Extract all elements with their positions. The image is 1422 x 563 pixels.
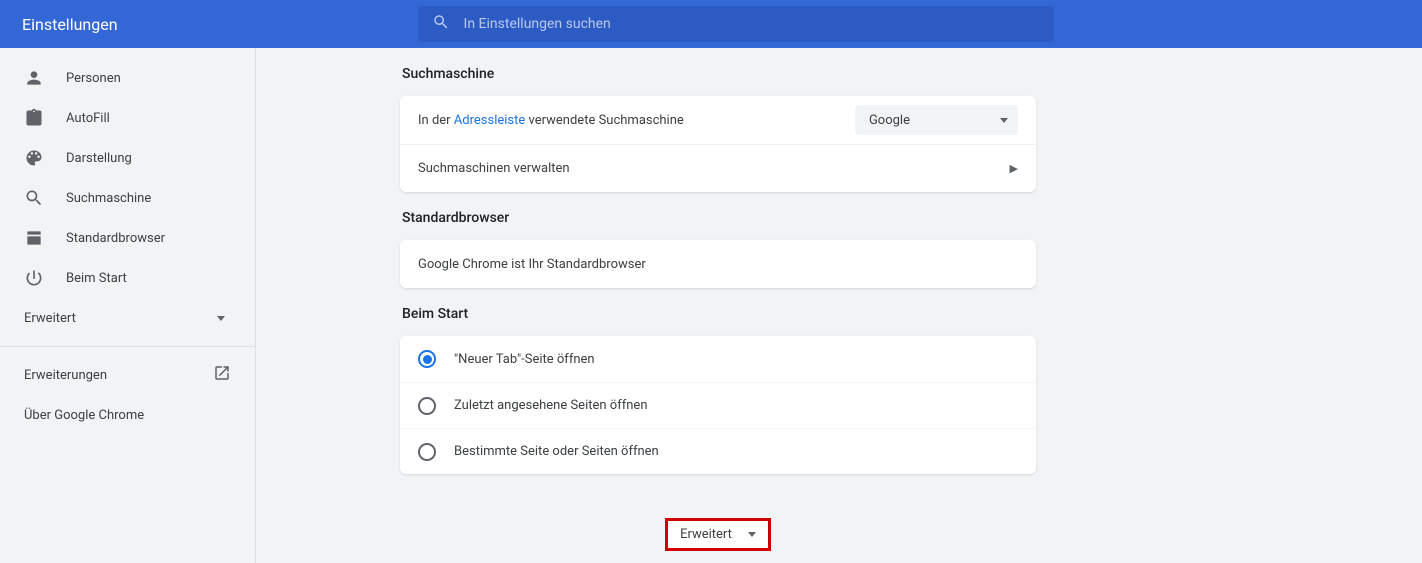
sidebar-item-label: Über Google Chrome (24, 408, 144, 423)
sidebar-item-label: Erweiterungen (24, 368, 107, 383)
search-engine-dropdown[interactable]: Google (855, 105, 1018, 135)
button-label: Erweitert (680, 527, 732, 542)
section-title-search: Suchmaschine (400, 48, 1036, 96)
default-browser-status-row: Google Chrome ist Ihr Standardbrowser (400, 240, 1036, 288)
option-label: Bestimmte Seite oder Seiten öffnen (454, 444, 659, 459)
search-container[interactable] (418, 6, 1054, 42)
sidebar-item-label: Erweitert (24, 311, 76, 326)
startup-option-new-tab[interactable]: "Neuer Tab"-Seite öffnen (400, 336, 1036, 382)
manage-search-engines-row[interactable]: Suchmaschinen verwalten ▶ (400, 144, 1036, 192)
on-startup-card: "Neuer Tab"-Seite öffnen Zuletzt angeseh… (400, 336, 1036, 474)
sidebar-item-default-browser[interactable]: Standardbrowser (0, 218, 255, 258)
chevron-right-icon: ▶ (1010, 162, 1018, 175)
startup-option-specific[interactable]: Bestimmte Seite oder Seiten öffnen (400, 428, 1036, 474)
search-input[interactable] (464, 16, 1040, 32)
sidebar-item-about[interactable]: Über Google Chrome (0, 395, 255, 435)
sidebar-item-autofill[interactable]: AutoFill (0, 98, 255, 138)
sidebar-item-advanced[interactable]: Erweitert (0, 298, 255, 338)
page-title: Einstellungen (22, 15, 118, 34)
advanced-toggle-button[interactable]: Erweitert (665, 518, 771, 551)
dropdown-value: Google (869, 113, 910, 128)
external-link-icon (213, 364, 231, 386)
option-label: "Neuer Tab"-Seite öffnen (454, 352, 595, 367)
search-engine-row: In der Adressleiste verwendete Suchmasch… (400, 96, 1036, 144)
main-content: Suchmaschine In der Adressleiste verwend… (256, 48, 1422, 563)
radio-icon (418, 397, 436, 415)
chevron-down-icon (748, 532, 756, 537)
default-browser-card: Google Chrome ist Ihr Standardbrowser (400, 240, 1036, 288)
sidebar-item-search[interactable]: Suchmaschine (0, 178, 255, 218)
sidebar-item-label: AutoFill (66, 111, 110, 126)
startup-option-continue[interactable]: Zuletzt angesehene Seiten öffnen (400, 382, 1036, 428)
search-engine-label: In der Adressleiste verwendete Suchmasch… (418, 113, 684, 128)
search-icon (432, 13, 450, 35)
row-label: Suchmaschinen verwalten (418, 161, 570, 176)
option-label: Zuletzt angesehene Seiten öffnen (454, 398, 648, 413)
search-engine-card: In der Adressleiste verwendete Suchmasch… (400, 96, 1036, 192)
clipboard-icon (24, 108, 44, 128)
magnifier-icon (24, 188, 44, 208)
addressbar-link[interactable]: Adressleiste (454, 113, 525, 128)
sidebar-item-people[interactable]: Personen (0, 58, 255, 98)
chevron-down-icon (217, 316, 225, 321)
divider (0, 346, 255, 347)
section-title-on-startup: Beim Start (400, 288, 1036, 336)
radio-icon (418, 350, 436, 368)
sidebar-item-label: Standardbrowser (66, 231, 165, 246)
status-text: Google Chrome ist Ihr Standardbrowser (418, 257, 646, 272)
person-icon (24, 68, 44, 88)
power-icon (24, 268, 44, 288)
palette-icon (24, 148, 44, 168)
sidebar: Personen AutoFill Darstellung Suchmaschi… (0, 48, 256, 563)
sidebar-item-appearance[interactable]: Darstellung (0, 138, 255, 178)
sidebar-item-extensions[interactable]: Erweiterungen (0, 355, 255, 395)
sidebar-item-label: Darstellung (66, 151, 132, 166)
app-header: Einstellungen (0, 0, 1422, 48)
sidebar-item-label: Beim Start (66, 271, 127, 286)
radio-icon (418, 443, 436, 461)
sidebar-item-label: Personen (66, 71, 121, 86)
section-title-default-browser: Standardbrowser (400, 192, 1036, 240)
sidebar-item-label: Suchmaschine (66, 191, 151, 206)
sidebar-item-on-startup[interactable]: Beim Start (0, 258, 255, 298)
browser-icon (24, 228, 44, 248)
chevron-down-icon (1000, 118, 1008, 123)
